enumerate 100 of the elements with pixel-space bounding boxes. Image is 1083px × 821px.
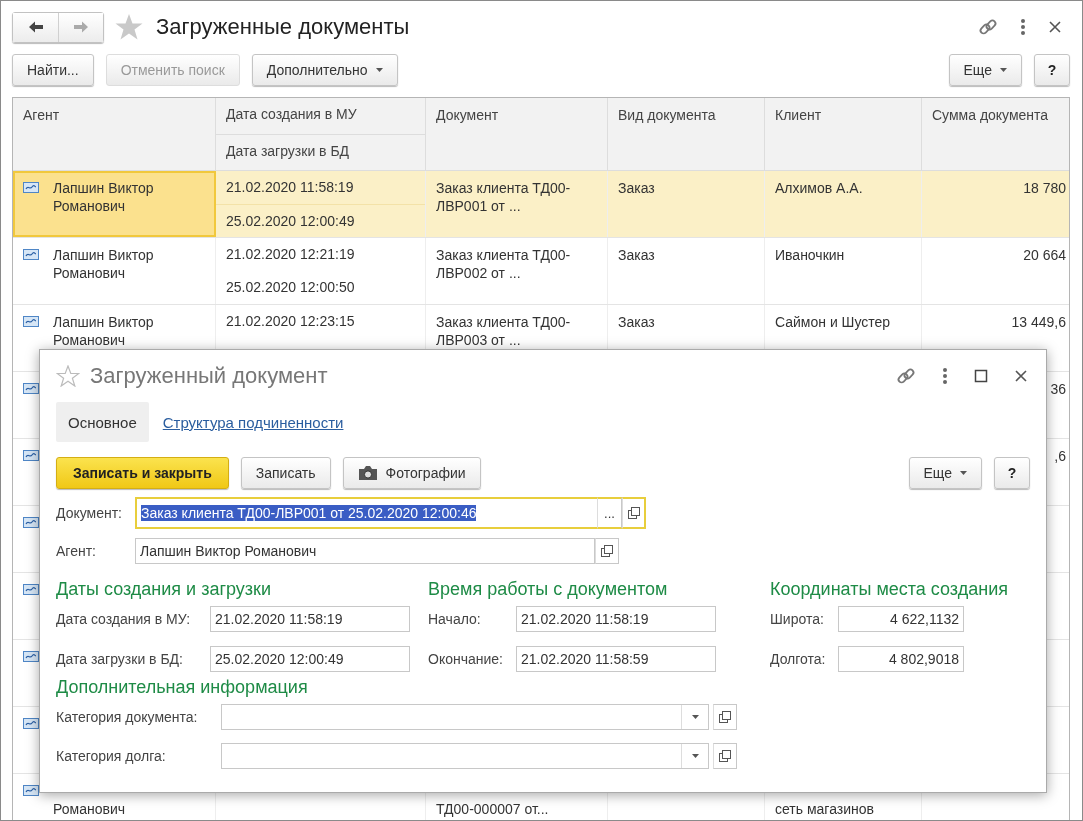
table-cell: 25.02.2020 12:00:49 (226, 213, 355, 229)
table-cell: Заказ клиента ТД00-ЛВР003 от ... (436, 314, 571, 348)
table-cell: Романович (53, 800, 125, 818)
field-label: Агент: (56, 543, 97, 559)
table-cell-text: Лапшин Виктор Романович (53, 313, 155, 349)
more-icon[interactable] (1020, 18, 1026, 36)
table-cell: 36 (1050, 381, 1066, 397)
toolbar-button[interactable]: Дополнительно (251, 54, 398, 86)
table-row[interactable]: Лапшин Виктор Романович 21.02.2020 12:21:19 25.02.2020 12:00:50 Заказ клиента ТД00-ЛВР002 от ... Заказ Иваночкин 20 664 (13, 238, 1069, 305)
caret-icon (375, 68, 383, 72)
table-row[interactable]: Лапшин Виктор Романович 21.02.2020 11:58:19 25.02.2020 12:00:49 Заказ клиента ТД00-ЛВР001 от ... Заказ Алхимов А.А. 18 780 (13, 171, 1069, 238)
table-cell: Заказ (618, 247, 655, 263)
input-field[interactable]: 4 802,9018 (838, 646, 964, 672)
open-icon (601, 545, 613, 557)
open-icon (719, 711, 731, 723)
close-icon[interactable] (1014, 369, 1028, 383)
more-button[interactable]: Еще (908, 457, 982, 489)
wave-icon (23, 450, 39, 461)
section-title: Координаты места создания (770, 579, 1009, 601)
caret-icon (691, 754, 699, 758)
dropdown-field[interactable] (221, 743, 709, 769)
table-cell: Заказ клиента ТД00-ЛВР002 от ... (436, 247, 571, 281)
save-close-button[interactable]: Записать и закрыть (56, 457, 229, 489)
open-icon (719, 750, 731, 762)
more-icon[interactable] (942, 367, 948, 385)
open-button[interactable] (713, 743, 737, 769)
photos-button[interactable]: Фотографии (342, 457, 481, 489)
wave-icon (23, 517, 39, 528)
input-field[interactable]: 4 622,1132 (838, 606, 964, 632)
tab[interactable]: Основное (56, 402, 149, 442)
link-icon[interactable] (978, 17, 998, 37)
table-cell: 21.02.2020 11:58:19 (226, 179, 354, 195)
wave-icon (23, 316, 39, 327)
column-header[interactable]: Документ (426, 98, 608, 170)
star-icon[interactable] (114, 13, 144, 41)
section-title: Даты создания и загрузки (56, 579, 272, 601)
wave-icon (23, 651, 39, 662)
column-header[interactable]: Агент (13, 98, 216, 170)
table-cell: 21.02.2020 12:23:15 (226, 313, 355, 329)
table-cell: ,6 (1054, 448, 1066, 464)
field-label: Категория долга: (56, 748, 167, 764)
input-field[interactable]: 21.02.2020 11:58:59 (516, 646, 716, 672)
caret-icon (691, 715, 699, 719)
field-label: Начало: (428, 611, 482, 627)
dropdown-field[interactable] (221, 704, 709, 730)
maximize-icon[interactable] (974, 369, 988, 383)
toolbar-button[interactable]: Найти... (12, 54, 94, 86)
wave-icon (23, 249, 39, 260)
save-button[interactable]: Записать (240, 457, 331, 489)
field-label: Документ: (56, 505, 123, 521)
column-header[interactable]: Дата загрузки в БД (216, 134, 425, 170)
caret-icon (960, 471, 967, 475)
table-cell: Иваночкин (775, 247, 845, 263)
input-field[interactable]: Лапшин Виктор Романович (135, 538, 595, 564)
link-icon[interactable] (896, 366, 916, 386)
table-cell: сеть магазинов (775, 800, 874, 818)
input-field[interactable]: Заказ клиента ТД00-ЛВР001 от 25.02.2020 12:00:46 (135, 497, 597, 529)
input-field[interactable]: 21.02.2020 11:58:19 (210, 606, 410, 632)
tab[interactable]: Структура подчиненности (162, 402, 344, 442)
table-cell-text: Лапшин Виктор Романович (53, 179, 155, 215)
wave-icon (23, 718, 39, 729)
wave-icon (23, 383, 39, 394)
open-button[interactable] (713, 704, 737, 730)
more-button[interactable]: Еще (948, 54, 1022, 86)
table-cell-text: Лапшин Виктор Романович (53, 246, 155, 282)
field-label: Широта: (770, 611, 825, 627)
right-arrow-icon (72, 20, 90, 34)
open-button[interactable] (595, 538, 619, 564)
field-label: Дата создания в МУ: (56, 611, 192, 627)
table-cell: 25.02.2020 12:00:50 (226, 279, 355, 295)
table-cell: Заказ (618, 180, 655, 196)
table-cell: Саймон и Шустер (775, 314, 891, 330)
table-cell: 18 780 (1023, 180, 1066, 196)
current-cell[interactable]: Лапшин Виктор Романович (13, 171, 216, 237)
table-cell: Алхимов А.А. (775, 180, 863, 196)
section-title: Дополнительная информация (56, 677, 309, 699)
close-icon[interactable] (1048, 20, 1062, 34)
column-header[interactable]: Дата создания в МУ (216, 98, 425, 134)
wave-icon (23, 182, 39, 193)
column-header[interactable]: Сумма документа (922, 98, 1069, 170)
table-cell: 20 664 (1023, 247, 1066, 263)
input-field[interactable]: 25.02.2020 12:00:49 (210, 646, 410, 672)
input-field[interactable]: 21.02.2020 11:58:19 (516, 606, 716, 632)
caret-icon (1000, 68, 1007, 72)
open-button[interactable] (622, 497, 646, 529)
choose-button[interactable]: ... (597, 497, 622, 529)
table-cell: Заказ клиента ТД00-ЛВР001 от ... (436, 180, 571, 214)
column-header[interactable]: Клиент (765, 98, 922, 170)
table-cell: Заказ (618, 314, 655, 330)
table-cell: ТД00-000007 от... (436, 800, 549, 818)
field-label: Дата загрузки в БД: (56, 651, 184, 667)
help-button[interactable]: ? (994, 457, 1030, 489)
camera-icon (357, 465, 378, 481)
column-header[interactable]: Вид документа (608, 98, 765, 170)
star-icon[interactable] (56, 365, 80, 387)
table-cell: 21.02.2020 12:21:19 (226, 246, 355, 262)
table-cell: 13 449,6 (1011, 314, 1066, 330)
help-button[interactable]: ? (1034, 54, 1070, 86)
section-title: Время работы с документом (428, 579, 669, 601)
back-button[interactable] (13, 12, 58, 42)
